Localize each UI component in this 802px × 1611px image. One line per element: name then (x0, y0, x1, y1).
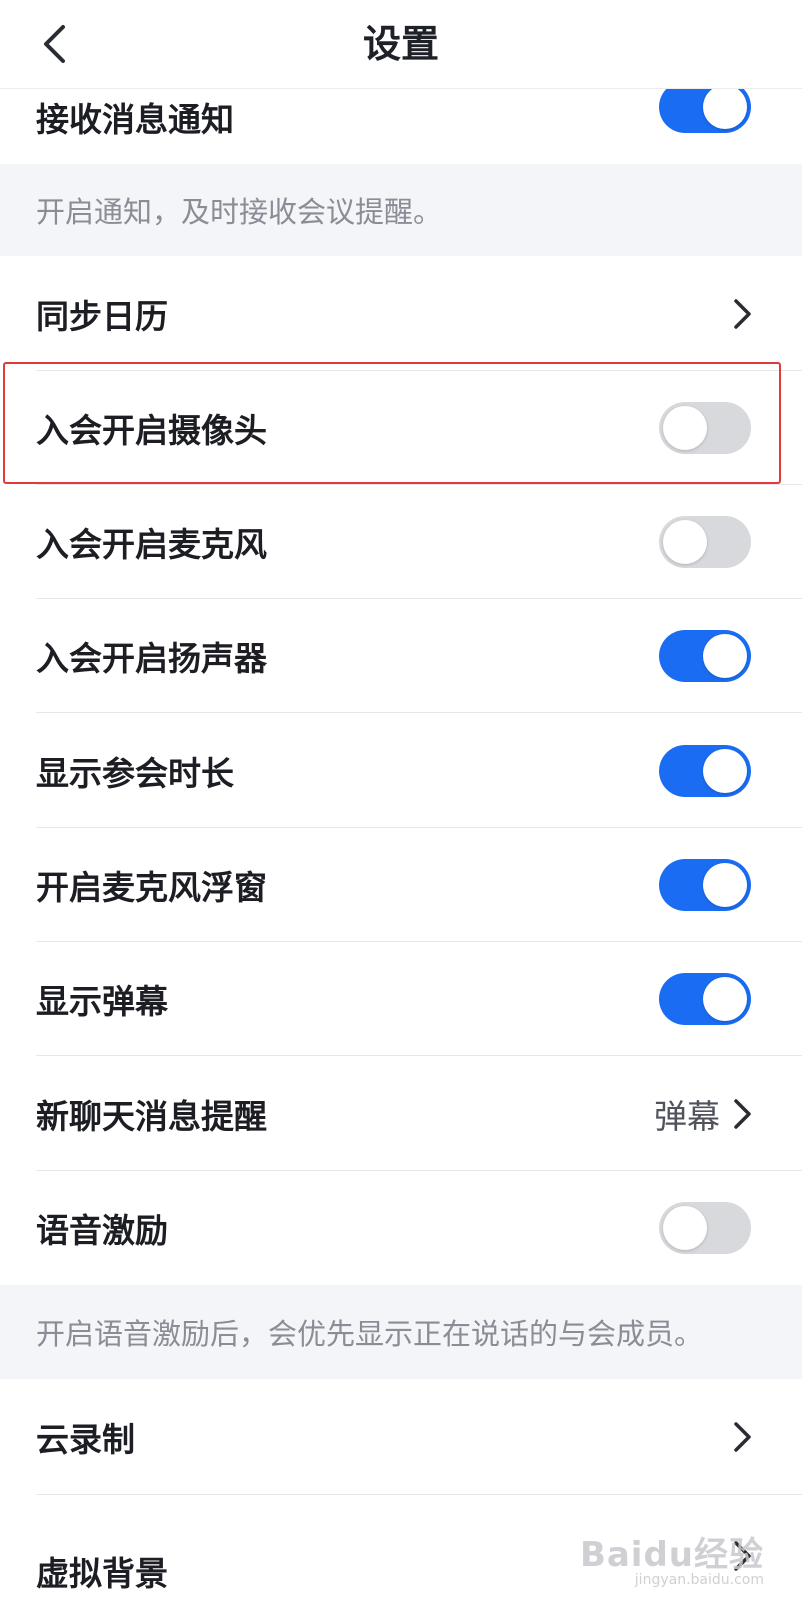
setting-row-sync-calendar[interactable]: 同步日历 (0, 256, 802, 371)
setting-row-cloud-recording[interactable]: 云录制 (0, 1379, 802, 1495)
setting-label: 入会开启扬声器 (36, 639, 267, 678)
setting-label: 语音激励 (36, 1211, 168, 1250)
chevron-right-icon (734, 1422, 751, 1452)
watermark: Baidu经验 jingyan.baidu.com (580, 1527, 764, 1588)
setting-label: 同步日历 (36, 296, 168, 336)
setting-row-join-microphone: 入会开启麦克风 (0, 485, 802, 599)
top-nav-bar: 设置 (0, 0, 802, 89)
notification-hint-section: 开启通知，及时接收会议提醒。 (0, 164, 802, 256)
setting-label: 显示参会时长 (36, 753, 234, 793)
toggle-show-duration[interactable] (659, 744, 751, 797)
setting-row-mic-floating-window: 开启麦克风浮窗 (0, 828, 802, 942)
setting-row-show-danmaku: 显示弹幕 (0, 942, 802, 1056)
toggle-join-microphone[interactable] (659, 516, 751, 568)
setting-row-show-duration: 显示参会时长 (0, 713, 802, 828)
setting-label: 入会开启麦克风 (36, 525, 267, 564)
toggle-mic-floating-window[interactable] (659, 859, 751, 911)
setting-label: 入会开启摄像头 (36, 411, 267, 450)
setting-row-new-chat-reminder[interactable]: 新聊天消息提醒 弹幕 (0, 1056, 802, 1171)
toggle-join-speaker[interactable] (659, 630, 751, 682)
setting-value: 弹幕 (654, 1096, 720, 1136)
toggle-voice-excitation[interactable] (659, 1202, 751, 1254)
chevron-right-icon (734, 1098, 751, 1129)
setting-row-join-speaker: 入会开启扬声器 (0, 599, 802, 713)
page-title: 设置 (362, 22, 439, 66)
chevron-right-icon (734, 298, 751, 329)
voice-excitation-hint-section: 开启语音激励后，会优先显示正在说话的与会成员。 (0, 1285, 802, 1379)
setting-label: 接收消息通知 (36, 100, 234, 140)
setting-label: 开启麦克风浮窗 (36, 868, 267, 907)
setting-label: 显示弹幕 (36, 982, 168, 1021)
setting-label: 新聊天消息提醒 (36, 1096, 267, 1136)
watermark-logo: Baidu经验 (579, 1535, 764, 1575)
hint-text: 开启通知，及时接收会议提醒。 (36, 195, 443, 229)
setting-row-voice-excitation: 语音激励 (0, 1171, 802, 1285)
toggle-join-camera[interactable] (659, 402, 751, 454)
setting-row-join-camera: 入会开启摄像头 (0, 371, 802, 485)
setting-label: 虚拟背景 (36, 1554, 168, 1593)
setting-label: 云录制 (36, 1420, 135, 1459)
hint-text: 开启语音激励后，会优先显示正在说话的与会成员。 (36, 1317, 704, 1351)
toggle-show-danmaku[interactable] (659, 973, 751, 1025)
